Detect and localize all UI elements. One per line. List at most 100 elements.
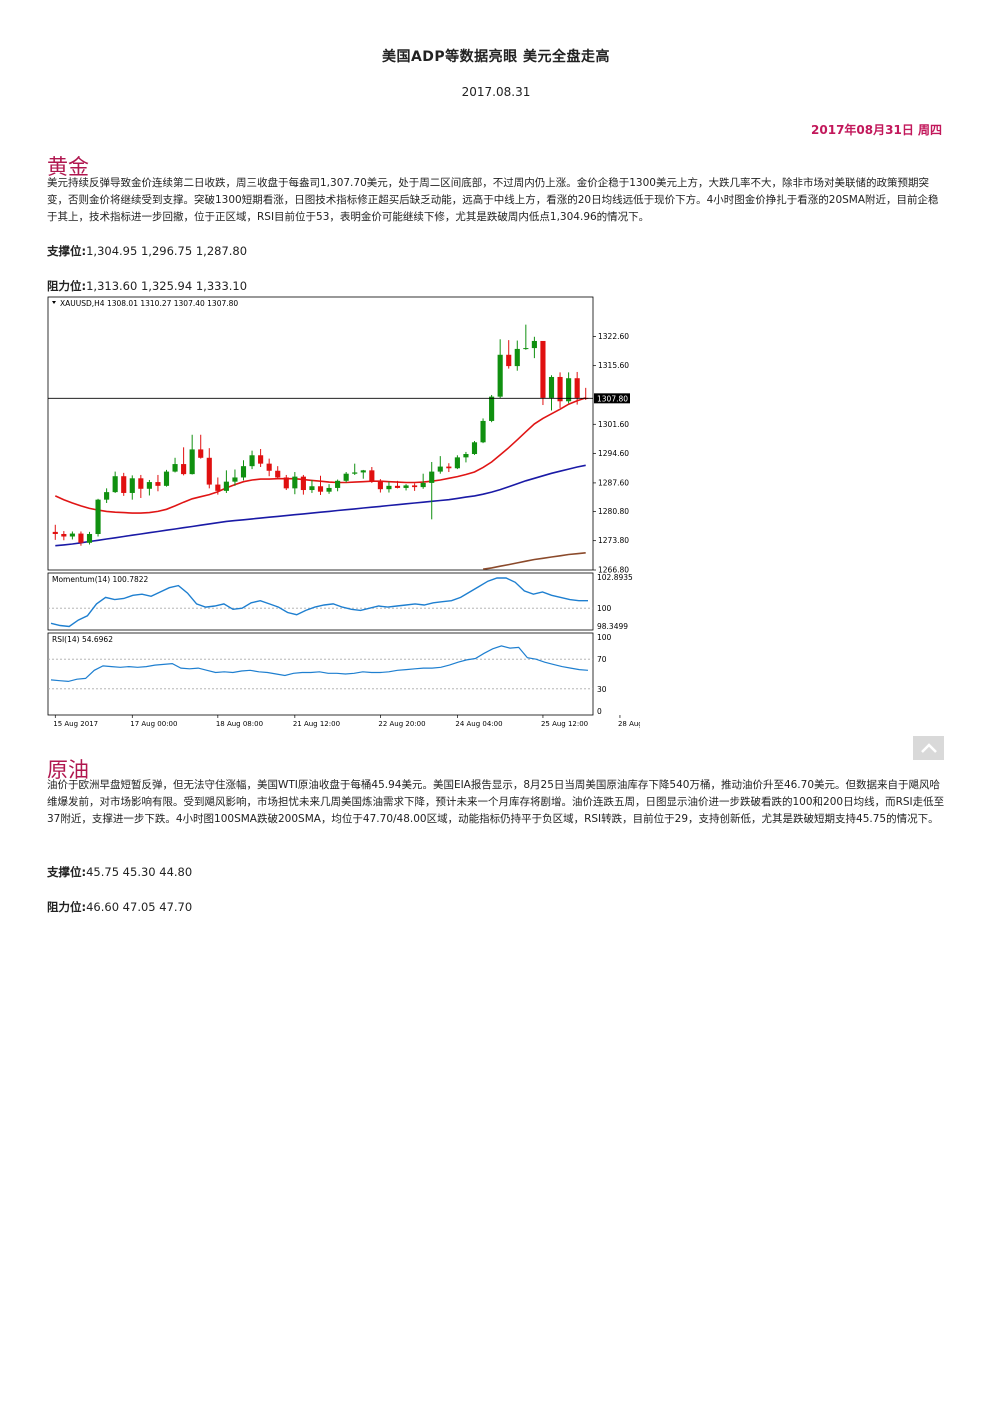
candle-body (275, 470, 281, 478)
candle-body (146, 482, 152, 489)
candle-body (283, 477, 289, 489)
rsi-axis-label: 70 (597, 655, 607, 664)
candle-body (52, 531, 58, 534)
momentum-axis-label: 102.8935 (597, 573, 633, 582)
current-price-label: 1307.80 (597, 394, 628, 403)
price-axis-label: 1294.60 (598, 449, 629, 458)
report-date: 2017.08.31 (461, 85, 531, 99)
time-axis-label: 21 Aug 12:00 (293, 720, 340, 728)
back-to-top-button[interactable] (913, 736, 944, 760)
candle-body (215, 484, 221, 491)
oil-support-label: 支撑位: (47, 865, 87, 879)
candle-body (429, 471, 435, 483)
dropdown-triangle-icon (52, 301, 56, 304)
gold-resistance-values: 1,313.60 1,325.94 1,333.10 (86, 279, 248, 293)
rsi-label: RSI(14) 54.6962 (52, 635, 113, 644)
candle-body (403, 485, 409, 488)
momentum-axis-label: 98.3499 (597, 622, 628, 631)
price-axis-label: 1287.60 (598, 478, 629, 487)
oil-resistance-label: 阻力位: (47, 900, 87, 914)
candle-body (138, 478, 144, 489)
chevron-up-icon (920, 743, 937, 753)
gold-support-label: 支撑位: (47, 244, 87, 258)
candle-body (309, 486, 315, 491)
momentum-axis-label: 100 (597, 604, 612, 613)
candle-body (198, 449, 204, 458)
candle-body (343, 473, 349, 481)
price-axis-label: 1280.80 (598, 507, 629, 516)
candle-body (206, 457, 212, 485)
candle-body (574, 378, 580, 398)
candle-body (258, 455, 264, 464)
price-axis-label: 1301.60 (598, 420, 629, 429)
candle-body (360, 470, 366, 473)
candle-body (523, 348, 529, 350)
price-axis-label: 1273.80 (598, 536, 629, 545)
candle-body (172, 464, 178, 472)
candle-body (223, 481, 229, 491)
price-axis-label: 1322.60 (598, 332, 629, 341)
candle-body (394, 485, 401, 488)
momentum-line (50, 577, 588, 628)
sma-red-line (54, 397, 586, 514)
gold-resistance-label: 阻力位: (47, 279, 87, 293)
oil-resistance-values: 46.60 47.05 47.70 (86, 900, 193, 914)
candle-body (112, 476, 118, 493)
candle-body (506, 354, 512, 367)
candle-body (78, 533, 84, 543)
candle-body (155, 482, 161, 486)
candle-body (369, 470, 375, 482)
time-axis-label: 24 Aug 04:00 (455, 720, 502, 728)
candle-body (420, 482, 426, 488)
report-date-cn: 2017年08月31日 周四 (811, 123, 942, 137)
candle-body (240, 466, 247, 478)
gold-support-values: 1,304.95 1,296.75 1,287.80 (86, 244, 248, 258)
rsi-axis-label: 100 (597, 633, 612, 642)
main-panel-frame (47, 296, 594, 571)
oil-support-values: 45.75 45.30 44.80 (86, 865, 193, 879)
candle-body (189, 449, 195, 475)
candle-body (454, 457, 460, 469)
candle-body (471, 442, 478, 455)
price-axis-label: 1315.60 (598, 361, 629, 370)
candle-body (386, 485, 392, 490)
candle-body (181, 464, 187, 475)
candle-body (514, 348, 520, 367)
gold-support: 支撑位:1,304.95 1,296.75 1,287.80 (47, 243, 247, 259)
candle-body (566, 378, 572, 402)
candle-body (232, 477, 238, 482)
candle-body (69, 533, 75, 537)
time-axis-label: 28 Aug 16:00 (618, 720, 640, 728)
candle-body (531, 340, 537, 349)
rsi-panel-frame (47, 632, 594, 716)
time-axis-label: 25 Aug 12:00 (541, 720, 588, 728)
sma-brown-line (482, 552, 586, 570)
time-axis-label: 18 Aug 08:00 (216, 720, 263, 728)
time-axis-label: 22 Aug 20:00 (378, 720, 425, 728)
candle-body (548, 376, 555, 398)
candle-body (446, 466, 452, 469)
gold-h4-chart: 1322.60 1315.60 1301.60 1294.60 1287.60 1280.… (47, 296, 640, 728)
momentum-label: Momentum(14) 100.7822 (52, 575, 149, 584)
candle-body (292, 476, 298, 489)
oil-paragraph: 油价于欧洲早盘短暂反弹，但无法守住涨幅，美国WTI原油收盘于每桶45.94美元。… (47, 779, 945, 825)
candle-body (557, 376, 563, 402)
candle-body (121, 476, 127, 493)
candle-body (326, 487, 332, 492)
candle-body (249, 455, 255, 467)
candle-body (489, 396, 495, 421)
candle-body (61, 533, 67, 537)
candle-body (86, 533, 93, 543)
gold-paragraph: 美元持续反弹导致金价连续第二日收跌，周三收盘于每盎司1,307.70美元，处于周… (47, 177, 939, 223)
candle-body (335, 480, 341, 488)
candle-body (317, 486, 324, 492)
candle-body (540, 340, 546, 398)
candle-body (104, 492, 110, 500)
time-axis-label: 15 Aug 2017 (53, 720, 98, 728)
rsi-line (50, 645, 589, 683)
candle-body (266, 463, 272, 471)
candle-body (300, 476, 306, 491)
candle-body (497, 354, 503, 397)
oil-resistance: 阻力位:46.60 47.05 47.70 (47, 899, 192, 915)
candle-body (463, 454, 469, 458)
